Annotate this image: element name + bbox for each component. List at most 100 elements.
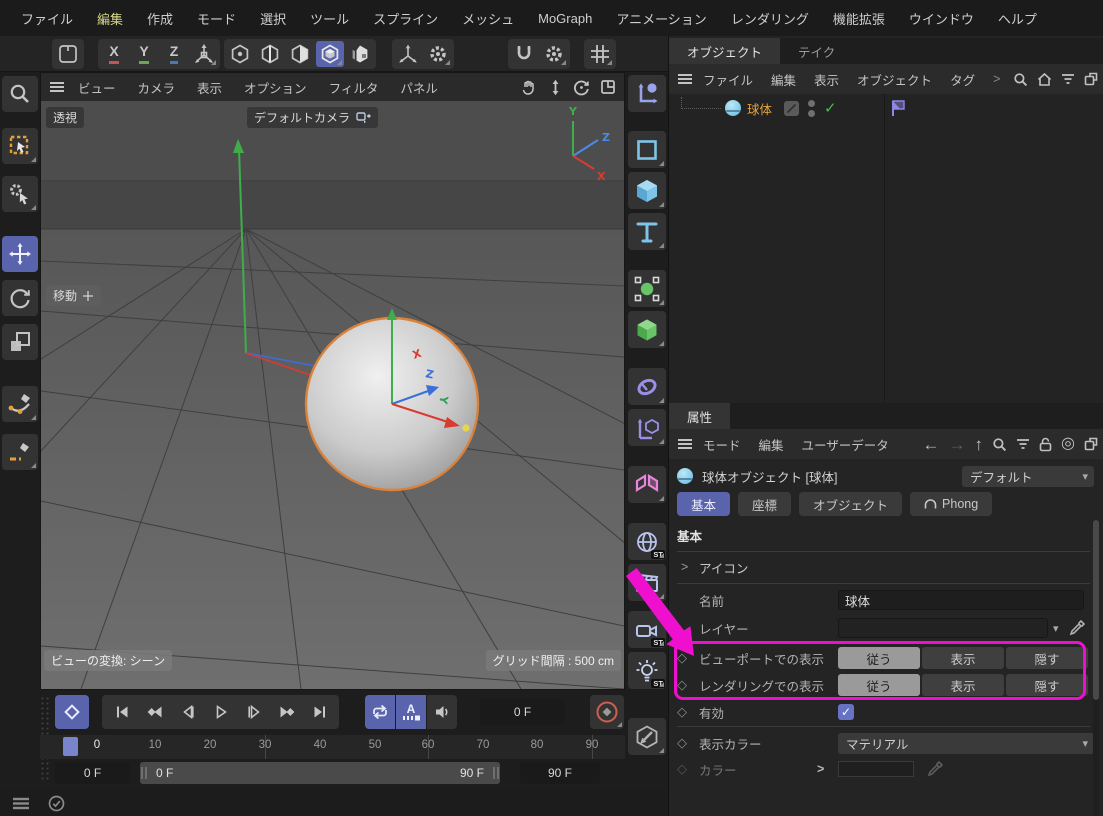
tab-objects[interactable]: オブジェクト	[669, 38, 780, 64]
am-filter-icon[interactable]	[1016, 438, 1030, 450]
viewport-display-hide-button[interactable]: 隠す	[1006, 647, 1088, 669]
vp-menu-filter[interactable]: フィルタ	[320, 74, 388, 101]
polygon-mode-icon[interactable]	[286, 41, 314, 67]
spline-rectangle-icon[interactable]	[628, 131, 666, 168]
dolly-icon[interactable]	[548, 79, 563, 96]
color-expand-icon[interactable]: >	[817, 762, 824, 776]
symmetry-icon[interactable]	[628, 466, 666, 503]
vp-menu-view[interactable]: ビュー	[69, 74, 125, 101]
autokey-button[interactable]: A	[396, 695, 426, 729]
generator-icon[interactable]	[628, 270, 666, 307]
layer-picker-eyedropper-icon[interactable]	[1069, 620, 1085, 636]
render-display-hide-button[interactable]: 隠す	[1006, 674, 1088, 696]
grid-quantize-icon[interactable]	[586, 41, 614, 67]
menu-file[interactable]: ファイル	[10, 3, 84, 34]
keyframe-diamond-icon[interactable]: ◇	[677, 650, 699, 666]
preview-range-slider[interactable]: 0 F 90 F	[140, 762, 500, 784]
point-mode-icon[interactable]	[226, 41, 254, 67]
timeline-ruler[interactable]: 0 10 20 30 40 50 60 70 80 90	[40, 735, 625, 759]
tab-takes[interactable]: テイク	[780, 38, 853, 64]
tab-coordinates[interactable]: 座標	[738, 492, 791, 516]
camera-label[interactable]: デフォルトカメラ	[247, 107, 378, 128]
layer-dropdown[interactable]	[838, 618, 1048, 638]
am-search-icon[interactable]	[992, 437, 1007, 452]
modeling-axis-icon[interactable]	[394, 41, 422, 67]
am-scrollbar-thumb[interactable]	[1093, 520, 1099, 700]
history-forward-icon[interactable]: →	[949, 436, 966, 453]
sky-object-icon[interactable]: ST	[628, 523, 666, 560]
om-home-icon[interactable]	[1037, 72, 1052, 87]
menu-create[interactable]: 作成	[136, 3, 184, 34]
current-frame-field[interactable]: 0 F	[480, 699, 565, 725]
previous-frame-button[interactable]	[172, 697, 203, 727]
preset-dropdown[interactable]: デフォルト ▾	[962, 466, 1094, 487]
range-right-grip[interactable]	[497, 767, 499, 779]
layer-toggle-icon[interactable]	[784, 101, 799, 116]
menu-animation[interactable]: アニメーション	[605, 3, 717, 34]
tab-basic[interactable]: 基本	[677, 492, 730, 516]
stage-object-icon[interactable]	[628, 564, 666, 601]
am-menu-mode[interactable]: モード	[695, 431, 749, 458]
render-display-show-button[interactable]: 表示	[922, 674, 1004, 696]
enable-check-icon[interactable]: ✓	[824, 99, 837, 117]
visibility-dots-icon[interactable]	[808, 100, 815, 117]
axis-z-lock-button[interactable]: Z	[160, 41, 188, 67]
modeling-settings-gear-icon[interactable]	[424, 41, 452, 67]
sound-toggle-button[interactable]	[427, 695, 457, 729]
axis-y-lock-button[interactable]: Y	[130, 41, 158, 67]
om-undock-icon[interactable]	[1084, 72, 1098, 86]
range-start-field[interactable]: 0 F	[55, 762, 130, 784]
sketch-pen-icon[interactable]	[2, 434, 38, 470]
om-menu-tags[interactable]: タグ	[942, 66, 983, 93]
viewport-display-show-button[interactable]: 表示	[922, 647, 1004, 669]
record-keyframe-button[interactable]	[55, 695, 89, 729]
menu-render[interactable]: レンダリング	[720, 3, 820, 34]
sphere-object-icon[interactable]	[725, 100, 741, 116]
snap-magnet-icon[interactable]	[510, 41, 538, 67]
loop-playback-button[interactable]	[365, 695, 395, 729]
search-commander-icon[interactable]	[2, 76, 38, 112]
rotate-tool-icon[interactable]	[2, 280, 38, 316]
tab-phong[interactable]: Phong	[910, 492, 992, 516]
axis-x-lock-button[interactable]: X	[100, 41, 128, 67]
keyframe-diamond-icon[interactable]: ◇	[677, 704, 699, 720]
am-menu-edit[interactable]: 編集	[751, 431, 792, 458]
am-target-icon[interactable]: ◎	[1061, 436, 1075, 452]
layer-dropdown-arrow-icon[interactable]: ▾	[1053, 622, 1059, 635]
enabled-checkbox[interactable]: ✓	[838, 704, 854, 720]
live-selection-icon[interactable]	[2, 128, 38, 164]
menu-mograph[interactable]: MoGraph	[527, 5, 603, 32]
vp-menu-camera[interactable]: カメラ	[129, 74, 185, 101]
expand-arrow-icon[interactable]: >	[677, 560, 699, 574]
next-frame-button[interactable]	[238, 697, 269, 727]
om-menu-overflow[interactable]: >	[985, 68, 1008, 90]
pan-hand-icon[interactable]	[521, 79, 538, 96]
history-back-icon[interactable]: ←	[923, 436, 940, 453]
radius-handle[interactable]	[462, 424, 469, 431]
coordinate-system-icon[interactable]	[190, 41, 218, 67]
goto-start-button[interactable]	[106, 697, 137, 727]
move-tool-icon[interactable]	[2, 236, 38, 272]
material-edit-icon[interactable]	[628, 718, 666, 755]
render-display-follow-button[interactable]: 従う	[838, 674, 920, 696]
tab-object[interactable]: オブジェクト	[799, 492, 902, 516]
status-menu-icon[interactable]	[12, 797, 30, 810]
text-object-icon[interactable]	[628, 213, 666, 250]
menu-edit[interactable]: 編集	[86, 3, 134, 34]
axis-workplane-icon[interactable]	[628, 75, 666, 112]
viewport-display-follow-button[interactable]: 従う	[838, 647, 920, 669]
play-button[interactable]	[205, 697, 236, 727]
volume-icon[interactable]	[628, 368, 666, 405]
projection-label[interactable]: 透視	[46, 107, 84, 128]
vp-menu-display[interactable]: 表示	[188, 74, 231, 101]
om-menu-edit[interactable]: 編集	[763, 66, 804, 93]
om-filter-icon[interactable]	[1061, 73, 1075, 85]
om-search-icon[interactable]	[1013, 72, 1028, 87]
menu-window[interactable]: ウインドウ	[898, 3, 985, 34]
orbit-icon[interactable]	[573, 79, 590, 96]
vp-menu-options[interactable]: オプション	[235, 74, 316, 101]
menu-tools[interactable]: ツール	[299, 3, 360, 34]
display-color-dropdown[interactable]: マテリアル ▾	[838, 733, 1094, 754]
menu-mode[interactable]: モード	[186, 3, 247, 34]
menu-mesh[interactable]: メッシュ	[451, 3, 525, 34]
